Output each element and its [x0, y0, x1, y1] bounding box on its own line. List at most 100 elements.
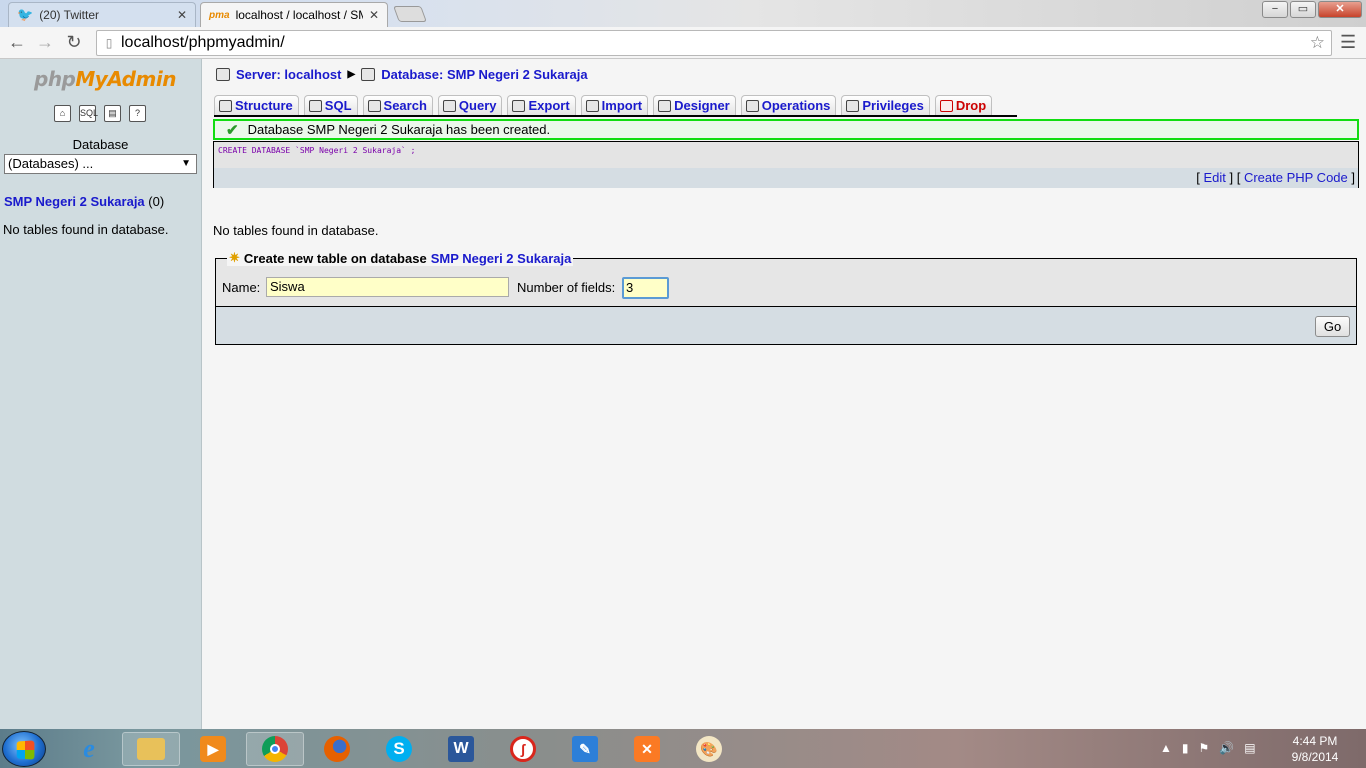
tab-structure[interactable]: Structure: [214, 95, 299, 115]
tab-drop[interactable]: Drop: [934, 95, 993, 115]
no-tables-message: No tables found in database.: [3, 222, 169, 237]
privileges-icon: [846, 99, 860, 112]
address-url: localhost/phpmyadmin/: [121, 34, 285, 51]
paint-icon[interactable]: 🎨: [680, 732, 738, 766]
app-red-icon[interactable]: ʃ: [494, 732, 552, 766]
no-tables-message: No tables found in database.: [213, 223, 379, 238]
tab-designer[interactable]: Designer: [653, 95, 736, 115]
show-hidden-icons-icon[interactable]: ▲: [1160, 741, 1172, 755]
browser-tab-phpmyadmin[interactable]: pma localhost / localhost / SMP ✕: [200, 2, 388, 27]
page-icon: ▯: [105, 36, 113, 50]
number-of-fields-input[interactable]: 3: [622, 277, 669, 299]
windows-logo-icon: [16, 740, 35, 760]
create-table-legend: ✷ Create new table on database SMP Neger…: [227, 250, 574, 266]
legend-database-link[interactable]: SMP Negeri 2 Sukaraja: [431, 251, 572, 266]
success-text: Database SMP Negeri 2 Sukaraja has been …: [247, 122, 551, 137]
battery-icon[interactable]: ▮: [1182, 741, 1189, 755]
tab-operations[interactable]: Operations: [740, 95, 837, 115]
close-window-button[interactable]: ✕: [1318, 1, 1362, 18]
current-database: SMP Negeri 2 Sukaraja (0): [4, 194, 164, 209]
minimize-button[interactable]: −: [1262, 1, 1288, 18]
table-name-input[interactable]: Siswa: [266, 277, 509, 297]
paint-net-icon[interactable]: ✎: [556, 732, 614, 766]
forward-arrow-icon[interactable]: →: [34, 32, 56, 53]
drop-icon: [939, 99, 953, 112]
breadcrumb-database[interactable]: Database: SMP Negeri 2 Sukaraja: [381, 67, 587, 82]
tab-query[interactable]: Query: [437, 95, 503, 115]
operations-icon: [745, 99, 759, 112]
table-count: (0): [148, 194, 165, 209]
sql-query-links: [ Edit ] [ Create PHP Code ]: [214, 168, 1358, 188]
back-arrow-icon[interactable]: ←: [6, 32, 28, 53]
designer-icon: [658, 99, 672, 112]
tab-import[interactable]: Import: [580, 95, 649, 115]
database-icon: [361, 68, 376, 81]
export-icon: [512, 99, 526, 112]
sql-icon[interactable]: SQL: [79, 105, 98, 122]
database-tabs: Structure SQL Search Query Export Import…: [214, 95, 993, 115]
browser-menu-icon[interactable]: ☰: [1340, 32, 1356, 53]
breadcrumb-server[interactable]: Server: localhost: [236, 67, 342, 82]
query-icon: [442, 99, 456, 112]
query-window-icon[interactable]: ▤: [104, 105, 121, 122]
tab-title: localhost / localhost / SMP: [235, 8, 363, 22]
go-button[interactable]: Go: [1315, 316, 1350, 337]
name-label: Name:: [222, 280, 261, 295]
sql-query-text: CREATE DATABASE `SMP Negeri 2 Sukaraja` …: [218, 146, 416, 155]
success-message: ✔ Database SMP Negeri 2 Sukaraja has bee…: [213, 119, 1359, 140]
database-label: Database: [72, 137, 129, 152]
chrome-icon[interactable]: [246, 732, 304, 766]
network-icon[interactable]: ▤: [1244, 741, 1255, 755]
tab-title: (20) Twitter: [39, 8, 99, 22]
phpmyadmin-logo[interactable]: phpMyAdmin: [34, 67, 176, 91]
browser-toolbar: ← → ↻ ▯ localhost/phpmyadmin/ ☆ ☰: [0, 27, 1366, 59]
address-bar[interactable]: ▯ localhost/phpmyadmin/ ☆: [96, 30, 1332, 56]
search-icon: [367, 99, 381, 112]
ie-icon[interactable]: e: [60, 732, 118, 766]
server-icon: [216, 68, 230, 81]
volume-icon[interactable]: 🔊: [1219, 741, 1234, 755]
tabs-underline: [214, 115, 1017, 117]
media-player-icon[interactable]: ▶: [184, 732, 242, 766]
clock-time: 4:44 PM: [1292, 734, 1338, 748]
checkmark-icon: ✔: [226, 121, 239, 139]
tab-privileges[interactable]: Privileges: [841, 95, 930, 115]
edit-link[interactable]: Edit: [1203, 170, 1225, 185]
pma-favicon-icon: pma: [209, 9, 230, 21]
action-center-flag-icon[interactable]: ⚑: [1199, 741, 1210, 755]
word-icon[interactable]: W: [432, 732, 490, 766]
new-tab-button[interactable]: [393, 6, 427, 22]
database-select-value: (Databases) ...: [8, 156, 94, 171]
browser-tab-strip: 🐦 (20) Twitter ✕ pma localhost / localho…: [0, 0, 1366, 27]
system-tray: ▲ ▮ ⚑ 🔊 ▤: [1160, 741, 1256, 755]
chevron-down-icon: ▼: [181, 158, 191, 169]
quick-icons: ⌂ SQL ▤ ?: [54, 105, 146, 122]
bookmark-star-icon[interactable]: ☆: [1310, 33, 1325, 53]
sql-icon: [308, 99, 322, 112]
maximize-button[interactable]: ▭: [1290, 1, 1316, 18]
close-tab-icon[interactable]: ✕: [177, 8, 187, 22]
clock[interactable]: 4:44 PM 9/8/2014: [1280, 733, 1350, 765]
current-database-link[interactable]: SMP Negeri 2 Sukaraja: [4, 194, 145, 209]
structure-icon: [219, 99, 232, 112]
database-select[interactable]: (Databases) ... ▼: [4, 154, 197, 174]
firefox-icon[interactable]: [308, 732, 366, 766]
start-button[interactable]: [2, 731, 46, 767]
sql-query-box: CREATE DATABASE `SMP Negeri 2 Sukaraja` …: [213, 141, 1359, 188]
tab-sql[interactable]: SQL: [303, 95, 358, 115]
tab-export[interactable]: Export: [507, 95, 576, 115]
skype-icon[interactable]: S: [370, 732, 428, 766]
create-table-footer: Go: [216, 306, 1356, 344]
clock-date: 9/8/2014: [1291, 750, 1339, 764]
explorer-icon[interactable]: [122, 732, 180, 766]
create-php-code-link[interactable]: Create PHP Code: [1244, 170, 1348, 185]
tab-search[interactable]: Search: [362, 95, 433, 115]
close-tab-icon[interactable]: ✕: [369, 8, 379, 22]
xampp-icon[interactable]: ✕: [618, 732, 676, 766]
reload-icon[interactable]: ↻: [63, 32, 85, 53]
home-icon[interactable]: ⌂: [54, 105, 71, 122]
docs-icon[interactable]: ?: [129, 105, 146, 122]
browser-tab-twitter[interactable]: 🐦 (20) Twitter ✕: [8, 2, 196, 27]
new-table-icon: ✷: [229, 250, 240, 265]
twitter-bird-icon: 🐦: [17, 7, 34, 22]
